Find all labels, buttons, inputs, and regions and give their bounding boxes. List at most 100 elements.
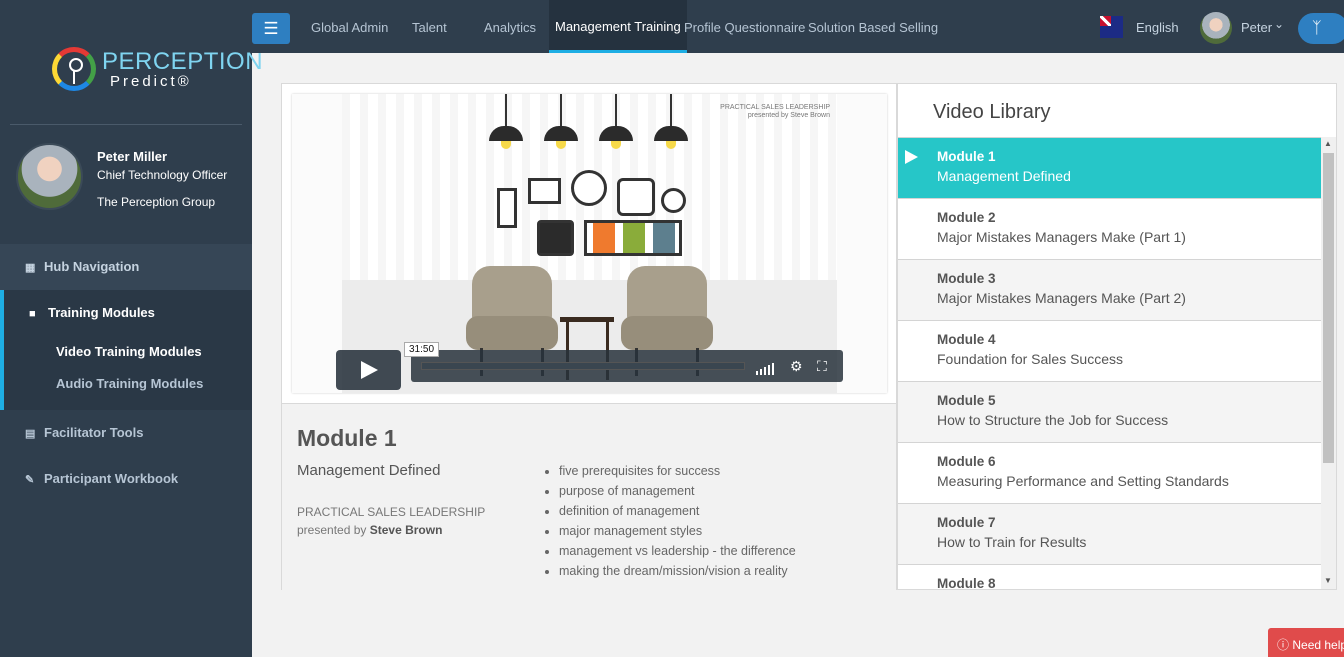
list-item[interactable]: Module 6 Measuring Performance and Setti… bbox=[898, 442, 1321, 503]
list-item[interactable]: Module 3 Major Mistakes Managers Make (P… bbox=[898, 259, 1321, 320]
module-number: Module 6 bbox=[937, 454, 996, 469]
video-progress-bar[interactable] bbox=[421, 362, 745, 370]
tab-solution-based-selling[interactable]: Solution Based Selling bbox=[808, 20, 938, 35]
list-item[interactable]: Module 8 bbox=[898, 564, 1321, 590]
sidebar-item-facilitator-tools[interactable]: ▤ Facilitator Tools bbox=[25, 425, 143, 440]
volume-icon[interactable] bbox=[756, 357, 776, 375]
module-name: Major Mistakes Managers Make (Part 1) bbox=[937, 229, 1186, 245]
video-library-list: Module 1 Management Defined Module 2 Maj… bbox=[898, 137, 1321, 590]
need-help-button[interactable]: ⓘ Need help bbox=[1268, 628, 1344, 657]
video-player[interactable]: PRACTICAL SALES LEADERSHIP presented by … bbox=[292, 94, 887, 393]
play-button[interactable] bbox=[336, 350, 401, 390]
library-scrollbar[interactable]: ▲ ▼ bbox=[1321, 137, 1336, 589]
video-controls: ⚙ ⛶ bbox=[411, 350, 843, 382]
profile-name: Peter Miller bbox=[97, 149, 168, 164]
settings-gear-icon[interactable]: ⚙ bbox=[790, 357, 803, 375]
sidebar-item-hub-navigation[interactable]: ▦ Hub Navigation bbox=[0, 244, 252, 290]
art-frame-icon bbox=[584, 220, 682, 256]
list-item[interactable]: Module 1 Management Defined bbox=[898, 137, 1321, 198]
lamp-icon bbox=[654, 94, 688, 149]
video-watermark: PRACTICAL SALES LEADERSHIP presented by … bbox=[720, 104, 830, 121]
scrollbar-thumb[interactable] bbox=[1323, 153, 1334, 463]
video-library-title: Video Library bbox=[933, 101, 1051, 123]
module-name: How to Structure the Job for Success bbox=[937, 412, 1169, 428]
module-card: PRACTICAL SALES LEADERSHIP presented by … bbox=[281, 83, 897, 590]
list-item: management vs leadership - the differenc… bbox=[559, 541, 796, 561]
module-number: Module 2 bbox=[937, 210, 996, 225]
sidebar: PERCEPTION Predict® Peter Miller Chief T… bbox=[0, 0, 263, 657]
tab-analytics[interactable]: Analytics bbox=[484, 20, 536, 35]
hamburger-icon: ☰ bbox=[263, 19, 279, 38]
sidebar-item-training-modules[interactable]: ■ Training Modules bbox=[29, 305, 155, 320]
picture-frame-icon bbox=[497, 188, 517, 228]
module-name: How to Train for Results bbox=[937, 534, 1087, 550]
help-icon: ⓘ bbox=[1277, 638, 1290, 652]
language-selector[interactable]: English bbox=[1136, 20, 1179, 35]
list-item: five prerequisites for success bbox=[559, 461, 796, 481]
chevron-down-icon[interactable]: ⌄ bbox=[1274, 17, 1284, 31]
sidebar-item-participant-workbook[interactable]: ✎ Participant Workbook bbox=[25, 471, 178, 486]
module-number: Module 7 bbox=[937, 515, 996, 530]
sidebar-item-audio-training[interactable]: Audio Training Modules bbox=[56, 376, 203, 391]
list-item: purpose of management bbox=[559, 481, 796, 501]
scroll-up-icon[interactable]: ▲ bbox=[1324, 139, 1332, 148]
presented-by-label: presented by bbox=[297, 523, 367, 537]
fullscreen-icon[interactable]: ⛶ bbox=[817, 357, 827, 375]
video-library: Video Library Module 1 Management Define… bbox=[897, 83, 1337, 590]
clock-icon bbox=[571, 170, 607, 206]
list-item: definition of management bbox=[559, 501, 796, 521]
module-subtitle: Management Defined bbox=[297, 462, 441, 479]
presenter-line: presented by Steve Brown bbox=[297, 521, 485, 539]
tab-management-training[interactable]: Management Training bbox=[549, 0, 687, 53]
module-number: Module 4 bbox=[937, 332, 996, 347]
profile-org: The Perception Group bbox=[97, 195, 216, 209]
module-title: Module 1 bbox=[297, 425, 397, 451]
logo-line2: Predict® bbox=[110, 72, 192, 90]
video-timecode: 31:50 bbox=[404, 342, 440, 357]
clock-icon bbox=[661, 188, 686, 213]
list-item[interactable]: Module 7 How to Train for Results bbox=[898, 503, 1321, 564]
user-profile: Peter Miller Chief Technology Officer Th… bbox=[16, 143, 227, 210]
module-topics: five prerequisites for success purpose o… bbox=[559, 461, 796, 581]
presenter-name: Steve Brown bbox=[369, 523, 443, 537]
module-number: Module 8 bbox=[937, 576, 996, 590]
module-name: Management Defined bbox=[937, 168, 1071, 184]
australia-flag-icon[interactable] bbox=[1100, 16, 1123, 38]
module-number: Module 3 bbox=[937, 271, 996, 286]
edit-icon: ✎ bbox=[25, 474, 35, 486]
list-item[interactable]: Module 4 Foundation for Sales Success bbox=[898, 320, 1321, 381]
tab-talent[interactable]: Talent bbox=[412, 20, 447, 35]
list-item: making the dream/mission/vision a realit… bbox=[559, 561, 796, 581]
profile-role: Chief Technology Officer bbox=[97, 168, 228, 182]
list-item[interactable]: Module 2 Major Mistakes Managers Make (P… bbox=[898, 198, 1321, 259]
lamp-icon bbox=[489, 94, 523, 149]
avatar bbox=[16, 143, 83, 210]
perception-logo-icon bbox=[52, 47, 96, 91]
top-navigation: ☰ Global Admin Talent Analytics Manageme… bbox=[252, 0, 1344, 53]
module-details: Module 1 Management Defined PRACTICAL SA… bbox=[282, 403, 896, 590]
logo-line1: PERCEPTION bbox=[102, 47, 264, 75]
tab-global-admin[interactable]: Global Admin bbox=[311, 20, 388, 35]
book-icon: ▤ bbox=[25, 428, 36, 440]
picture-frame-icon bbox=[528, 178, 561, 204]
module-number: Module 1 bbox=[937, 149, 996, 164]
hamburger-menu-button[interactable]: ☰ bbox=[252, 13, 290, 44]
lamp-icon bbox=[599, 94, 633, 149]
scroll-down-icon[interactable]: ▼ bbox=[1324, 576, 1332, 585]
clock-icon bbox=[617, 178, 655, 216]
logo[interactable]: PERCEPTION Predict® bbox=[52, 47, 263, 91]
user-avatar[interactable] bbox=[1200, 12, 1232, 44]
module-number: Module 5 bbox=[937, 393, 996, 408]
module-name: Major Mistakes Managers Make (Part 2) bbox=[937, 290, 1186, 306]
video-camera-icon: ■ bbox=[29, 308, 36, 320]
lamp-icon bbox=[544, 94, 578, 149]
tools-button[interactable]: ᛉ bbox=[1298, 13, 1344, 44]
series-name: PRACTICAL SALES LEADERSHIP bbox=[297, 505, 486, 519]
tab-profile-questionnaire[interactable]: Profile Questionnaire bbox=[684, 20, 805, 35]
watermark-line2: presented by Steve Brown bbox=[747, 112, 830, 120]
sidebar-item-video-training[interactable]: Video Training Modules bbox=[56, 344, 202, 359]
module-name: Measuring Performance and Setting Standa… bbox=[937, 473, 1229, 489]
sidebar-section-training: ■ Training Modules Video Training Modules… bbox=[0, 290, 252, 410]
list-item[interactable]: Module 5 How to Structure the Job for Su… bbox=[898, 381, 1321, 442]
user-menu-name[interactable]: Peter bbox=[1241, 20, 1272, 35]
